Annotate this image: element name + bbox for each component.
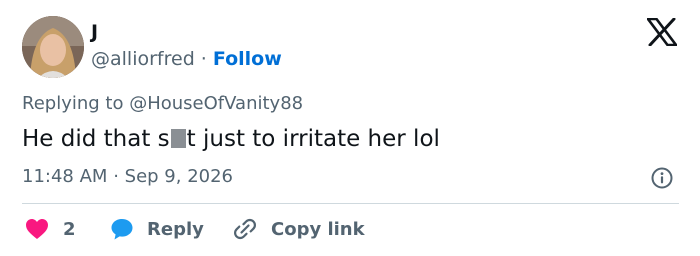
avatar-image: [22, 16, 84, 78]
follow-button[interactable]: Follow: [213, 48, 282, 70]
divider: [22, 203, 679, 204]
handle-separator: ·: [200, 48, 207, 70]
reply-label: Reply: [147, 218, 204, 240]
x-logo-icon[interactable]: [646, 17, 678, 47]
user-display-name[interactable]: J: [91, 20, 98, 44]
tweet-date: Sep 9, 2026: [124, 166, 234, 187]
tweet-timestamp[interactable]: 11:48 AM · Sep 9, 2026: [22, 165, 233, 189]
censor-block: [170, 129, 186, 148]
user-handle-line: @alliorfred · Follow: [91, 47, 282, 71]
info-icon[interactable]: [650, 166, 674, 190]
tweet-text-before: He did that s: [22, 126, 170, 152]
replying-prefix: Replying to: [22, 93, 124, 114]
replying-to-line: Replying to @HouseOfVanity88: [22, 92, 303, 116]
tweet-time: 11:48 AM: [22, 166, 108, 187]
reply-button[interactable]: Reply: [110, 216, 204, 242]
speech-bubble-icon: [111, 219, 133, 240]
tweet-text-after: t just to irritate her lol: [186, 126, 440, 152]
user-handle[interactable]: @alliorfred: [91, 48, 195, 70]
heart-icon: [26, 219, 48, 239]
tweet-text: He did that s t just to irritate her lol: [22, 124, 440, 154]
link-icon: [234, 218, 256, 240]
avatar[interactable]: [22, 16, 84, 78]
copy-link-button[interactable]: Copy link: [232, 216, 365, 242]
timestamp-separator: ·: [113, 166, 119, 187]
copy-link-label: Copy link: [271, 218, 365, 240]
like-button[interactable]: 2: [25, 216, 76, 242]
replying-to-handle[interactable]: @HouseOfVanity88: [129, 93, 303, 114]
like-count: 2: [63, 218, 76, 240]
